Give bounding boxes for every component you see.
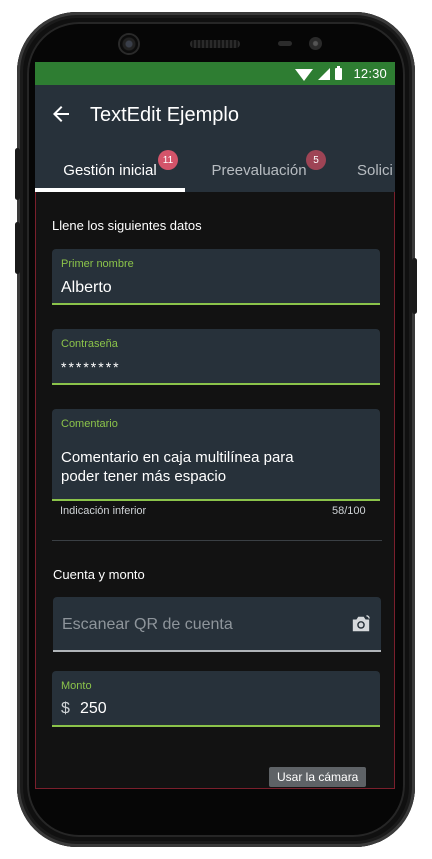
amount-field[interactable]: Monto $ 250 bbox=[52, 671, 380, 727]
tab-label: Preevaluación bbox=[211, 162, 307, 179]
screen: 12:30 TextEdit Ejemplo Gestión inicial 1… bbox=[35, 62, 395, 789]
tab-label: Solici bbox=[357, 162, 393, 179]
divider bbox=[52, 540, 382, 541]
phone-side-button-right bbox=[412, 258, 417, 314]
field-label: Primer nombre bbox=[61, 258, 134, 270]
first-name-field[interactable]: Primer nombre Alberto bbox=[52, 249, 380, 305]
status-bar: 12:30 bbox=[35, 62, 395, 85]
character-counter: 58/100 bbox=[332, 505, 366, 517]
tab-label: Gestión inicial bbox=[63, 162, 157, 179]
tab-bar: Gestión inicial 11 Preevaluación 5 Solic… bbox=[35, 149, 395, 192]
app-title: TextEdit Ejemplo bbox=[90, 104, 239, 126]
front-camera bbox=[120, 35, 138, 53]
tab-solicitud[interactable]: Solici bbox=[333, 149, 395, 192]
field-label: Comentario bbox=[61, 418, 118, 430]
signal-icon bbox=[318, 67, 331, 80]
field-value: 250 bbox=[80, 700, 107, 717]
password-field[interactable]: Contraseña ******** bbox=[52, 329, 380, 385]
section-title: Cuenta y monto bbox=[53, 567, 145, 582]
field-label: Monto bbox=[61, 680, 92, 692]
field-value-line-2: poder tener más espacio bbox=[61, 468, 227, 485]
form-content: Llene los siguientes datos Primer nombre… bbox=[35, 192, 395, 789]
camera-icon[interactable] bbox=[350, 614, 372, 634]
field-placeholder: Escanear QR de cuenta bbox=[62, 616, 233, 633]
arrow-back-icon[interactable] bbox=[49, 102, 73, 126]
tab-badge: 11 bbox=[158, 150, 178, 170]
tab-preevaluacion[interactable]: Preevaluación 5 bbox=[185, 149, 333, 192]
earpiece-speaker bbox=[190, 40, 240, 48]
field-value-line-1: Comentario en caja multilínea para bbox=[61, 449, 294, 466]
battery-icon bbox=[335, 65, 343, 80]
app-bar: TextEdit Ejemplo Gestión inicial 11 Pree… bbox=[35, 85, 395, 192]
phone-side-button-left-1 bbox=[15, 148, 20, 200]
tooltip: Usar la cámara bbox=[269, 767, 367, 787]
currency-prefix: $ bbox=[61, 700, 70, 717]
proximity-sensor bbox=[278, 41, 292, 46]
wifi-icon bbox=[295, 68, 314, 81]
tab-gestion-inicial[interactable]: Gestión inicial 11 bbox=[35, 149, 185, 192]
qr-account-field[interactable]: Escanear QR de cuenta bbox=[53, 597, 381, 652]
phone-side-button-left-2 bbox=[15, 222, 20, 274]
light-sensor bbox=[309, 37, 322, 50]
status-time: 12:30 bbox=[353, 66, 387, 81]
field-value: Alberto bbox=[61, 279, 112, 296]
comment-field[interactable]: Comentario Comentario en caja multilínea… bbox=[52, 409, 380, 501]
section-title: Llene los siguientes datos bbox=[52, 218, 202, 233]
field-label: Contraseña bbox=[61, 338, 118, 350]
field-value: ******** bbox=[61, 359, 121, 375]
helper-text: Indicación inferior bbox=[60, 505, 147, 517]
tab-badge: 5 bbox=[306, 150, 326, 170]
